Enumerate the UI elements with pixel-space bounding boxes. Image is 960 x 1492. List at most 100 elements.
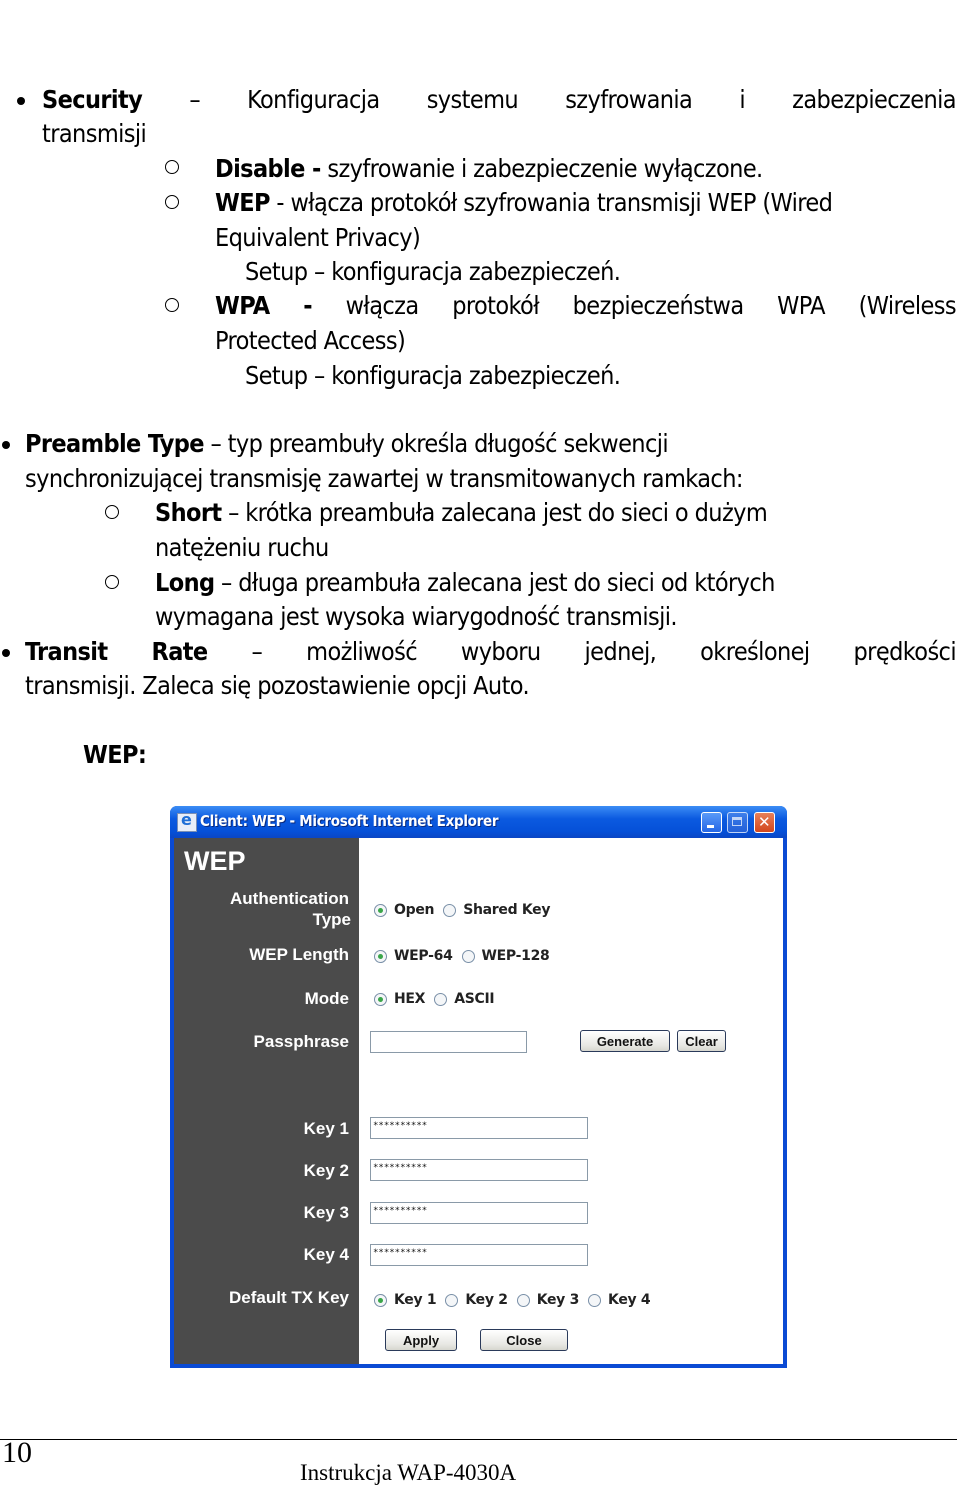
window-content: WEP Authentication Type WEP Length Mode P…: [174, 838, 783, 1364]
default-key-4-label: Key 4: [608, 1292, 651, 1308]
security-line-2: transmisji: [42, 119, 147, 148]
sub-bullet-icon: [165, 195, 179, 209]
word: szyfrowania: [565, 85, 693, 114]
key-4-input[interactable]: **********: [370, 1244, 588, 1266]
transit-term: Transit: [25, 637, 108, 666]
transit-term: Rate: [151, 637, 208, 666]
word: bezpieczeństwa: [572, 291, 744, 320]
auth-label-line-1: Authentication: [230, 889, 349, 908]
long-item: Long – długa preambuła zalecana jest do …: [155, 566, 775, 600]
word: i: [739, 85, 746, 114]
internet-explorer-icon: [177, 810, 197, 832]
wep-length-label: WEP Length: [249, 945, 349, 964]
wep-text: - włącza protokół szyfrowania transmisji…: [269, 188, 833, 217]
short-text: – krótka preambuła zalecana jest do siec…: [221, 498, 768, 527]
page-number: 10: [2, 1436, 32, 1469]
disable-item: Disable - szyfrowanie i zabezpieczenie w…: [215, 152, 763, 186]
mode-options: HEX ASCII: [374, 991, 495, 1007]
close-window-button[interactable]: [754, 812, 775, 833]
word: możliwość: [306, 637, 417, 666]
wep-length-options: WEP-64 WEP-128: [374, 948, 550, 964]
sub-bullet-icon: [105, 575, 119, 589]
generate-button[interactable]: Generate: [580, 1030, 670, 1052]
mode-ascii-label: ASCII: [454, 991, 495, 1007]
auth-open-label: Open: [394, 902, 435, 918]
disable-text: szyfrowanie i zabezpieczenie wyłączone.: [320, 154, 763, 183]
security-line-1: Security – Konfiguracja systemu szyfrowa…: [42, 83, 957, 117]
preamble-line-2: synchronizującej transmisję zawartej w t…: [25, 464, 743, 493]
apply-button[interactable]: Apply: [385, 1329, 457, 1351]
word: protokół: [452, 291, 539, 320]
minimize-button[interactable]: [701, 812, 722, 833]
label-panel: WEP Authentication Type WEP Length Mode P…: [174, 838, 359, 1364]
default-tx-key-label: Default TX Key: [229, 1288, 349, 1307]
bullet-icon: [17, 97, 25, 105]
sub-bullet-icon: [165, 298, 179, 312]
window-titlebar[interactable]: Client: WEP - Microsoft Internet Explore…: [170, 806, 787, 838]
clear-button[interactable]: Clear: [677, 1030, 726, 1052]
long-text: – długa preambuła zalecana jest do sieci…: [214, 568, 775, 597]
short-item-line-2: natężeniu ruchu: [155, 533, 329, 562]
default-key-2-label: Key 2: [465, 1292, 508, 1308]
mode-hex-label: HEX: [394, 991, 426, 1007]
wep-128-label: WEP-128: [481, 948, 550, 964]
word: systemu: [426, 85, 519, 114]
bullet-icon: [2, 649, 10, 657]
preamble-line-1: Preamble Type – typ preambuły określa dł…: [25, 427, 669, 461]
word: prędkości: [853, 637, 957, 666]
passphrase-label: Passphrase: [253, 1032, 349, 1051]
transit-line-2: transmisji. Zaleca się pozostawienie opc…: [25, 671, 530, 700]
auth-type-options: Open Shared Key: [374, 902, 551, 918]
default-key-1-label: Key 1: [394, 1292, 437, 1308]
key-1-label: Key 1: [303, 1119, 349, 1138]
key-2-input[interactable]: **********: [370, 1159, 588, 1181]
key-3-input[interactable]: **********: [370, 1202, 588, 1224]
wep-section-heading: WEP:: [83, 738, 147, 772]
default-key-3-radio[interactable]: [516, 1293, 530, 1307]
bullet-icon: [2, 441, 10, 449]
wep-64-radio[interactable]: [374, 949, 387, 963]
wep-heading-text: WEP:: [83, 740, 147, 769]
auth-shared-key-radio[interactable]: [443, 903, 457, 917]
wep-128-radio[interactable]: [461, 949, 475, 963]
auth-type-label: Authentication Type: [230, 888, 351, 930]
mode-hex-radio[interactable]: [374, 992, 387, 1006]
auth-label-line-2: Type: [312, 910, 351, 929]
long-term: Long: [155, 568, 215, 597]
word: określonej: [700, 637, 810, 666]
default-key-2-radio[interactable]: [445, 1293, 459, 1307]
panel-heading: WEP: [184, 846, 246, 876]
word: jednej,: [584, 637, 657, 666]
wep-64-label: WEP-64: [394, 948, 453, 964]
footer-title: Instrukcja WAP-4030A: [300, 1460, 517, 1485]
key-2-label: Key 2: [303, 1161, 349, 1180]
maximize-button[interactable]: [727, 812, 748, 833]
wpa-term: WPA: [215, 291, 270, 320]
wpa-item: WPA - włącza protokół bezpieczeństwa WPA…: [215, 289, 957, 323]
word: zabezpieczenia: [792, 85, 956, 114]
wpa-item-line-2: Protected Access): [215, 326, 406, 355]
preamble-term: Preamble Type: [25, 429, 205, 458]
wep-item-line-2: Equivalent Privacy): [215, 223, 421, 252]
word: (Wireless: [858, 291, 957, 320]
close-button[interactable]: Close: [480, 1329, 568, 1351]
transit-line-1: Transit Rate – możliwość wyboru jednej, …: [25, 635, 957, 669]
key-4-label: Key 4: [303, 1245, 349, 1264]
sub-bullet-icon: [105, 505, 119, 519]
word: wyboru: [460, 637, 541, 666]
auth-open-radio[interactable]: [374, 903, 387, 917]
short-term: Short: [155, 498, 222, 527]
word: Konfiguracja: [247, 85, 380, 114]
default-key-3-label: Key 3: [536, 1292, 580, 1308]
default-key-4-radio[interactable]: [588, 1293, 602, 1307]
mode-ascii-radio[interactable]: [434, 992, 448, 1006]
key-1-input[interactable]: **********: [370, 1117, 588, 1139]
wpa-setup: Setup – konfiguracja zabezpieczeń.: [245, 361, 621, 390]
passphrase-input[interactable]: [370, 1031, 527, 1053]
wep-item: WEP - włącza protokół szyfrowania transm…: [215, 186, 833, 220]
key-3-label: Key 3: [303, 1203, 349, 1222]
default-key-1-radio[interactable]: [374, 1293, 387, 1307]
sub-bullet-icon: [165, 160, 179, 174]
browser-window: Client: WEP - Microsoft Internet Explore…: [170, 806, 787, 1368]
word: –: [251, 637, 263, 666]
